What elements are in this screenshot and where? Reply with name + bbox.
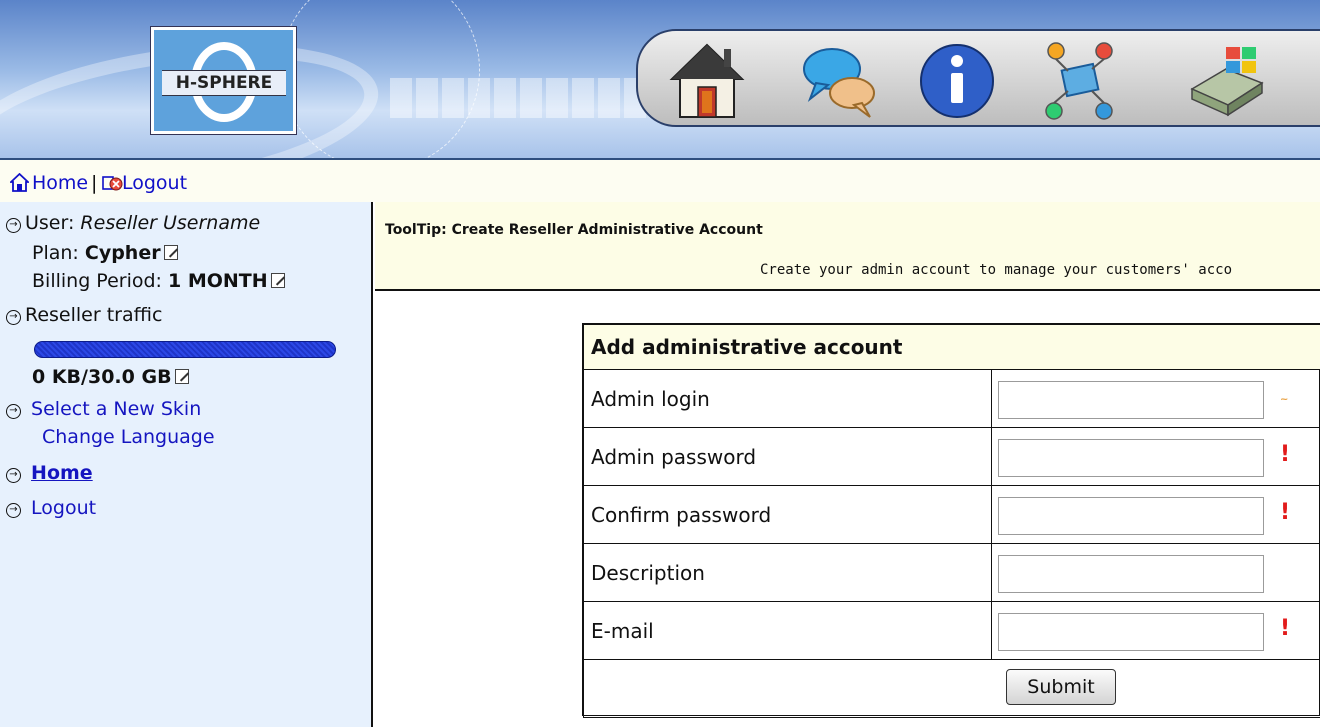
edit-traffic-icon[interactable] xyxy=(174,369,189,384)
email-required-mark: ! xyxy=(1280,616,1291,641)
change-language-link[interactable]: Change Language xyxy=(42,426,215,448)
toolbar-icons xyxy=(636,29,1320,127)
arrow-circle-icon: → xyxy=(6,468,21,483)
user-value: Reseller Username xyxy=(80,212,261,234)
email-input[interactable] xyxy=(998,613,1264,651)
sidebar: → User: Reseller Username Plan: Cypher Bi… xyxy=(0,202,373,727)
sidebar-home-row: → Home xyxy=(6,462,93,484)
email-cell: ! xyxy=(991,601,1320,660)
hsphere-logo: H-SPHERE xyxy=(150,26,297,135)
nav-home-link[interactable]: Home xyxy=(32,172,88,194)
logout-small-icon[interactable] xyxy=(102,173,123,192)
form-table: Add administrative account Admin login ~… xyxy=(583,324,1320,718)
traffic-label-row: → Reseller traffic xyxy=(6,304,162,326)
email-label: E-mail xyxy=(583,601,992,660)
user-label: User: xyxy=(25,212,75,234)
sidebar-home-link[interactable]: Home xyxy=(31,462,93,484)
home-small-icon[interactable] xyxy=(10,173,29,192)
logo-text: H-SPHERE xyxy=(175,73,273,93)
nav-logout-link[interactable]: Logout xyxy=(122,172,187,194)
arrow-circle-icon: → xyxy=(6,503,21,518)
admin-login-label: Admin login xyxy=(583,369,992,428)
edit-billing-icon[interactable] xyxy=(270,273,285,288)
billing-info: Billing Period: 1 MONTH xyxy=(32,270,285,292)
sidebar-logout-link[interactable]: Logout xyxy=(31,497,96,519)
tooltip-text: Create your admin account to manage your… xyxy=(760,262,1233,278)
tooltip-panel: ToolTip: Create Reseller Administrative … xyxy=(375,202,1320,291)
admin-login-input[interactable] xyxy=(998,381,1264,419)
plan-info: Plan: Cypher xyxy=(32,242,178,264)
plan-value: Cypher xyxy=(84,242,161,264)
user-info: → User: Reseller Username xyxy=(6,212,260,234)
admin-password-cell: ! xyxy=(991,427,1320,486)
header-banner: H-SPHERE xyxy=(0,0,1320,158)
admin-login-cell: ~ xyxy=(991,369,1320,428)
arrow-circle-icon: → xyxy=(6,310,21,325)
traffic-label: Reseller traffic xyxy=(25,304,163,326)
description-cell xyxy=(991,543,1320,602)
traffic-value: 0 KB/30.0 GB xyxy=(32,366,172,388)
select-skin-link[interactable]: Select a New Skin xyxy=(31,398,201,420)
traffic-progress-bar xyxy=(34,341,336,358)
admin-login-required-mark: ~ xyxy=(1280,394,1289,405)
traffic-value-row: 0 KB/30.0 GB xyxy=(32,366,189,388)
edit-plan-icon[interactable] xyxy=(163,245,178,260)
language-row: Change Language xyxy=(42,426,215,448)
windows-server-icon[interactable] xyxy=(1186,39,1268,121)
description-input[interactable] xyxy=(998,555,1264,593)
billing-label: Billing Period: xyxy=(32,270,162,292)
arrow-circle-icon: → xyxy=(6,404,21,419)
submit-button[interactable]: Submit xyxy=(1006,669,1116,705)
form-header: Add administrative account xyxy=(583,324,1320,370)
admin-password-input[interactable] xyxy=(998,439,1264,477)
skin-row: → Select a New Skin xyxy=(6,398,201,420)
top-nav: Home | Logout xyxy=(0,158,1320,202)
confirm-password-label: Confirm password xyxy=(583,485,992,544)
confirm-password-input[interactable] xyxy=(998,497,1264,535)
sidebar-logout-row: → Logout xyxy=(6,497,96,519)
network-icon[interactable] xyxy=(1038,39,1120,121)
home-icon[interactable] xyxy=(666,39,748,121)
confirm-password-cell: ! xyxy=(991,485,1320,544)
nav-separator: | xyxy=(91,172,98,194)
admin-password-label: Admin password xyxy=(583,427,992,486)
chat-bubbles-icon[interactable] xyxy=(798,39,880,121)
submit-row xyxy=(583,659,1320,718)
tooltip-title: ToolTip: Create Reseller Administrative … xyxy=(385,222,763,238)
billing-value: 1 MONTH xyxy=(168,270,268,292)
admin-account-form: Add administrative account Admin login ~… xyxy=(582,323,1320,718)
confirm-password-required-mark: ! xyxy=(1280,500,1291,525)
plan-label: Plan: xyxy=(32,242,79,264)
description-label: Description xyxy=(583,543,992,602)
info-icon[interactable] xyxy=(916,39,998,121)
arrow-circle-icon: → xyxy=(6,218,21,233)
admin-password-required-mark: ! xyxy=(1280,442,1291,467)
